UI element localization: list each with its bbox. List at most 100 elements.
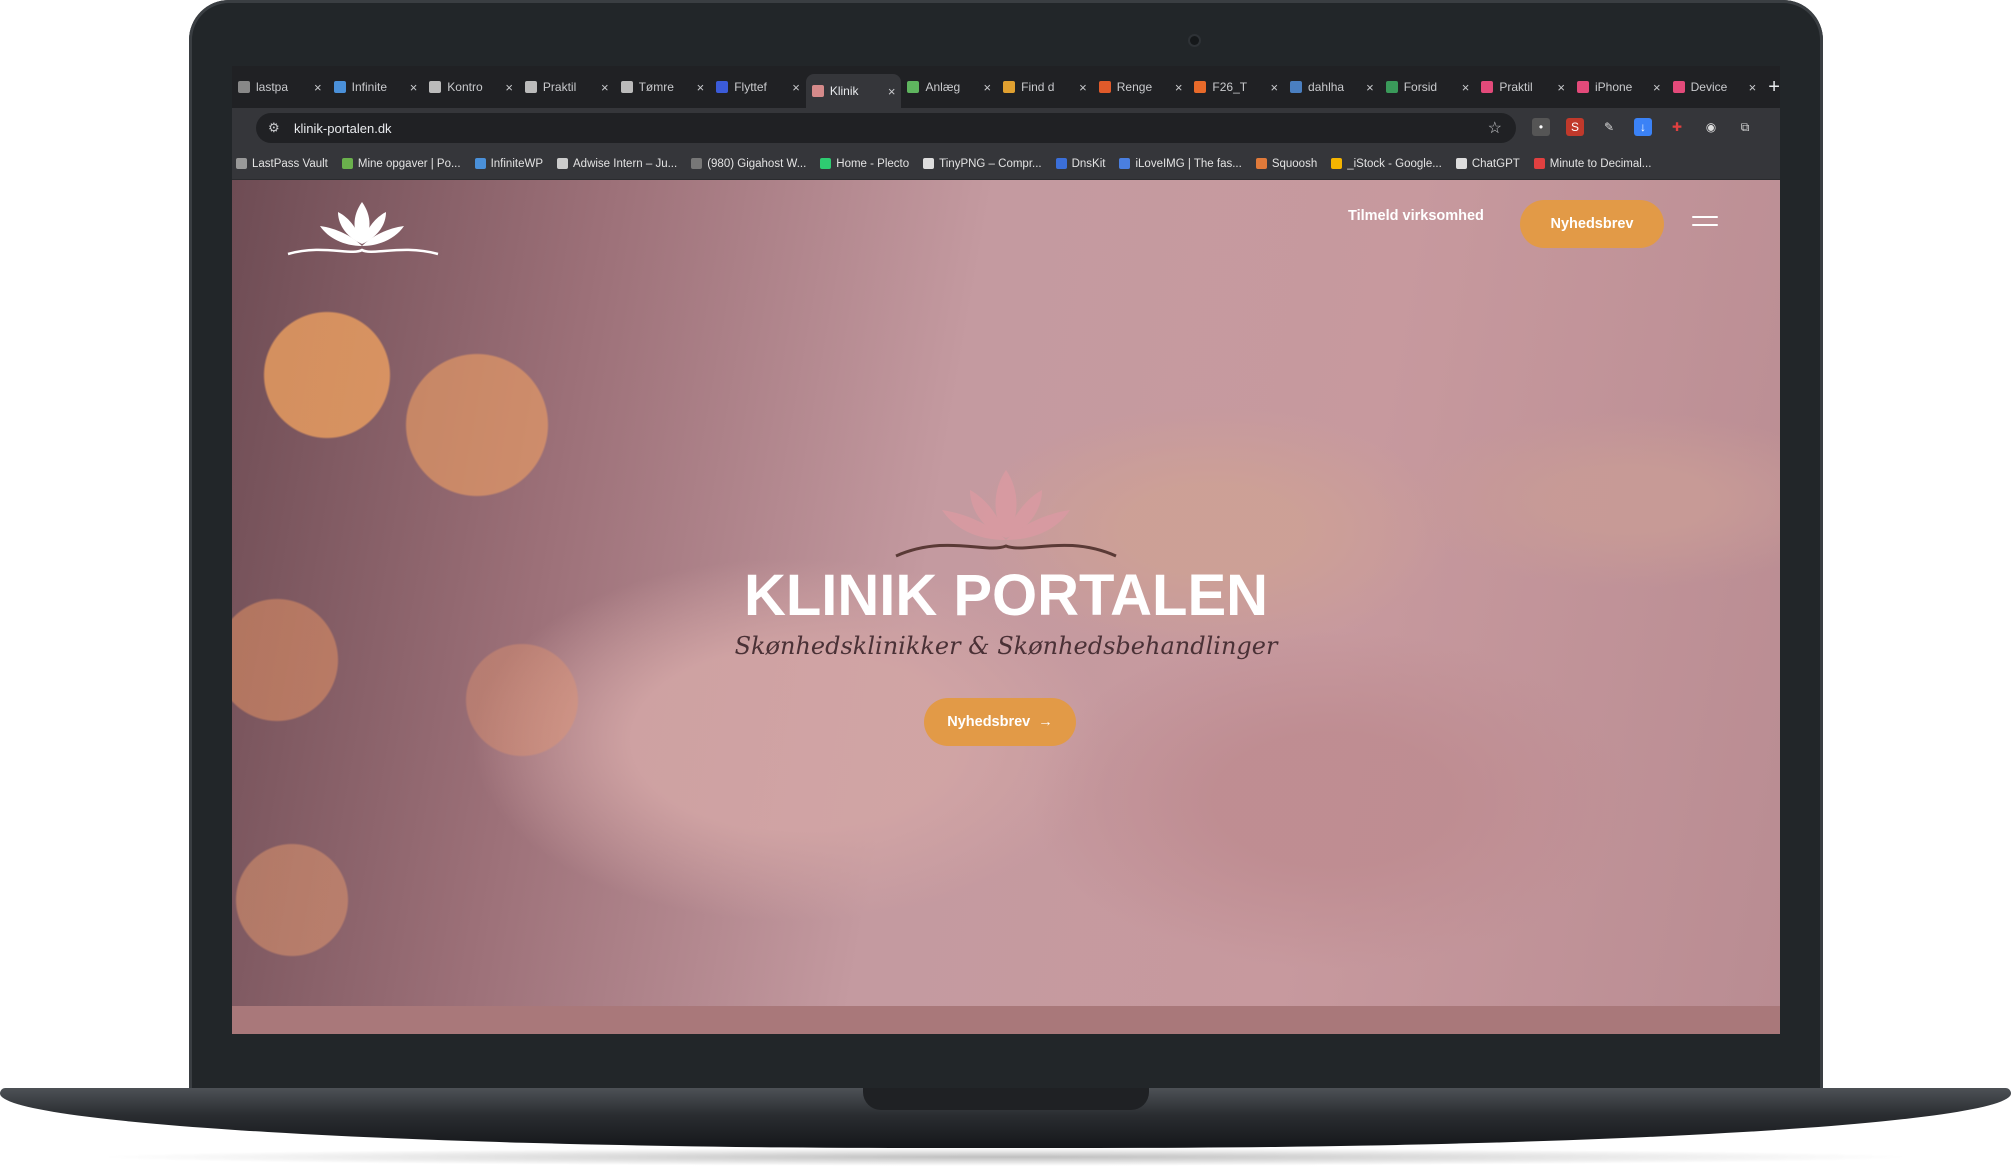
globe-icon	[524, 81, 537, 93]
bookmark-favicon-icon	[1331, 158, 1343, 169]
webpage: Tilmeld virksomhed Nyhedsbrev KLINIK POR…	[232, 180, 1780, 1034]
tab-close-icon[interactable]: ×	[1462, 80, 1470, 95]
square-icon	[1194, 81, 1207, 93]
hero-title: KLINIK PORTALEN	[743, 563, 1269, 628]
red-extension-icon[interactable]: S	[1566, 118, 1584, 136]
browser-tab[interactable]: Device ×	[1667, 73, 1763, 101]
puzzle-icon[interactable]: ⧉	[1736, 118, 1754, 136]
browser-tab[interactable]: Flyttef ×	[710, 73, 806, 101]
webcam	[1190, 36, 1199, 45]
tab-close-icon[interactable]: ×	[984, 80, 992, 95]
map-pin-icon	[1003, 81, 1016, 93]
infinity-icon	[333, 81, 346, 93]
pin-extension-icon[interactable]: ✚	[1668, 118, 1686, 136]
tab-close-icon[interactable]: ×	[1749, 80, 1757, 95]
bookmark-favicon-icon	[1055, 158, 1067, 169]
tab-close-icon[interactable]: ×	[792, 80, 800, 95]
bookmark-item[interactable]: ChatGPT	[1455, 157, 1520, 170]
bookmark-item[interactable]: Mine opgaver | Po...	[341, 158, 461, 170]
browser-tab[interactable]: lastpa ×	[232, 73, 328, 101]
browser-tab[interactable]: Klinik ×	[805, 74, 902, 108]
bookmark-label: (980) Gigahost W...	[707, 157, 807, 170]
browser-tab[interactable]: Infinite ×	[328, 73, 424, 101]
browser-tab[interactable]: Praktil ×	[1475, 73, 1571, 101]
site-logo-lotus-icon[interactable]	[282, 194, 442, 264]
a-letter-icon	[429, 81, 442, 93]
figma-icon	[1481, 81, 1494, 93]
bookmark-item[interactable]: LastPass Vault	[236, 158, 328, 170]
bookmark-item[interactable]: DnsKit	[1055, 158, 1105, 170]
bookmark-item[interactable]: Minute to Decimal...	[1533, 157, 1652, 170]
browser-tab-bar: lastpa × Infinite × Kontro × Praktil × Tømre × Fly…	[232, 66, 1780, 108]
site-settings-icon[interactable]: ⚙	[268, 120, 284, 136]
tab-label: lastpa	[256, 80, 289, 94]
tab-close-icon[interactable]: ×	[601, 80, 609, 95]
browser-tab[interactable]: Renge ×	[1093, 73, 1189, 101]
figma-icon	[1672, 81, 1685, 93]
tab-label: Kontro	[447, 80, 483, 94]
address-bar[interactable]: ⚙ klinik-portalen.dk ☆	[256, 113, 1516, 143]
tab-close-icon[interactable]: ×	[1366, 80, 1374, 95]
browser-tab[interactable]: iPhone ×	[1571, 73, 1667, 101]
bookmark-label: ChatGPT	[1471, 157, 1520, 170]
nav-newsletter-button[interactable]: Nyhedsbrev	[1520, 200, 1664, 248]
hero-subtitle: Skønhedsklinikker & Skønhedsbehandlinger	[734, 632, 1278, 660]
hero-newsletter-button[interactable]: Nyhedsbrev →	[924, 698, 1076, 746]
bookmark-item[interactable]: InfiniteWP	[474, 157, 543, 170]
extensions-area: • S ✎ ↓ ✚ ◉ ⧉	[1532, 118, 1754, 136]
bookmark-favicon-icon	[341, 158, 353, 169]
tab-close-icon[interactable]: ×	[1079, 80, 1087, 95]
url-text[interactable]: klinik-portalen.dk	[294, 121, 1488, 136]
browser-tab[interactable]: Kontro ×	[423, 73, 519, 101]
tab-close-icon[interactable]: ×	[1557, 80, 1565, 95]
bookmark-item[interactable]: TinyPNG – Compr...	[923, 158, 1042, 170]
leaf-icon	[907, 81, 920, 93]
hamburger-menu-icon[interactable]	[1692, 216, 1718, 230]
tab-close-icon[interactable]: ×	[505, 80, 513, 95]
browser-tab[interactable]: dahlha ×	[1284, 73, 1380, 101]
tab-close-icon[interactable]: ×	[888, 84, 896, 99]
bookmark-item[interactable]: Squoosh	[1255, 158, 1317, 170]
color-picker-icon[interactable]: ✎	[1600, 118, 1618, 136]
tab-close-icon[interactable]: ×	[410, 80, 418, 95]
arrow-right-icon: →	[1038, 714, 1053, 730]
bookmark-favicon-icon	[1119, 158, 1131, 169]
bookmark-item[interactable]: Home - Plecto	[820, 158, 909, 170]
bookmark-item[interactable]: _iStock - Google...	[1331, 158, 1442, 170]
new-tab-button[interactable]: +	[1768, 76, 1780, 99]
browser-tab[interactable]: Forsid ×	[1380, 73, 1476, 101]
browser-tab[interactable]: Anlæg ×	[901, 73, 997, 101]
lotus-icon	[811, 85, 824, 97]
tab-label: iPhone	[1594, 80, 1633, 94]
nav-link-tilmeld-virksomhed[interactable]: Tilmeld virksomhed	[1348, 208, 1484, 224]
download-extension-icon[interactable]: ↓	[1634, 118, 1652, 136]
bookmark-favicon-icon	[1255, 158, 1267, 169]
tab-close-icon[interactable]: ×	[1653, 80, 1661, 95]
figma-icon	[1576, 81, 1589, 93]
bookmark-item[interactable]: iLoveIMG | The fas...	[1119, 158, 1242, 170]
lastpass-extension-icon[interactable]: •	[1532, 118, 1550, 136]
tab-label: Klinik	[829, 84, 859, 98]
bookmark-favicon-icon	[1455, 158, 1467, 169]
bookmark-star-icon[interactable]: ☆	[1488, 118, 1502, 138]
tab-close-icon[interactable]: ×	[314, 80, 322, 95]
bookmark-label: Minute to Decimal...	[1549, 157, 1652, 170]
bookmark-favicon-icon	[1533, 158, 1545, 169]
camera-extension-icon[interactable]: ◉	[1702, 118, 1720, 136]
tab-close-icon[interactable]: ×	[697, 80, 705, 95]
bookmark-item[interactable]: Adwise Intern – Ju...	[557, 158, 677, 170]
bookmark-favicon-icon	[820, 158, 832, 169]
browser-tab[interactable]: F26_T ×	[1188, 73, 1284, 101]
browser-tab[interactable]: Find d ×	[997, 73, 1093, 101]
tab-label: dahlha	[1308, 80, 1345, 94]
tab-close-icon[interactable]: ×	[1175, 80, 1183, 95]
bookmark-label: InfiniteWP	[490, 157, 543, 170]
browser-tab[interactable]: Tømre ×	[615, 73, 711, 101]
browser-tab[interactable]: Praktil ×	[519, 73, 615, 101]
24-icon	[1098, 81, 1111, 93]
page-bottom-band	[232, 1006, 1780, 1034]
tab-label: Renge	[1116, 80, 1153, 94]
bookmark-label: _iStock - Google...	[1347, 157, 1442, 170]
tab-close-icon[interactable]: ×	[1270, 80, 1278, 95]
bookmark-item[interactable]: (980) Gigahost W...	[691, 158, 806, 170]
